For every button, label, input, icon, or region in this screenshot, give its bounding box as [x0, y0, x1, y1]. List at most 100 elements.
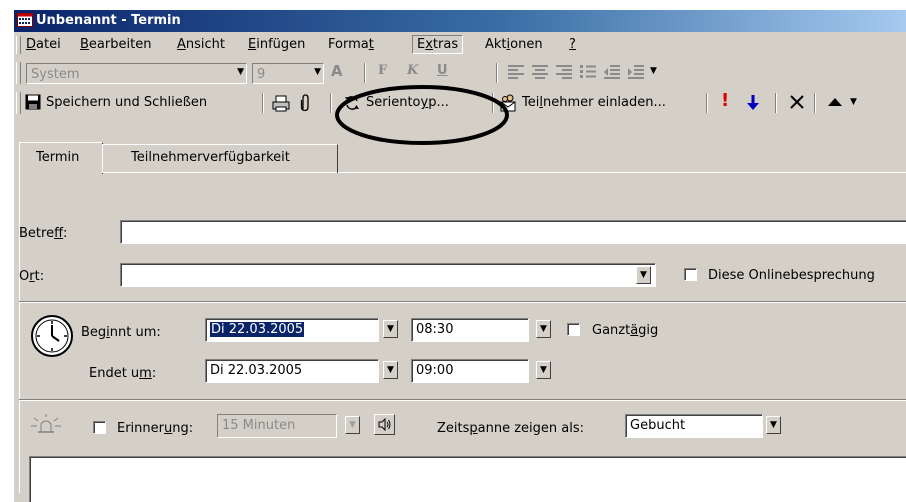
start-time-dropdown-button[interactable]: ▼ — [536, 320, 551, 338]
menu-bearbeiten[interactable]: Bearbeiten — [79, 37, 152, 52]
menu-bar: Datei Bearbeiten Ansicht Einfügen Format… — [14, 34, 906, 56]
attach-icon[interactable] — [300, 94, 310, 112]
calendar-icon — [17, 13, 33, 27]
reminder-checkbox[interactable] — [93, 421, 106, 434]
divider — [19, 399, 906, 401]
menubar-grip[interactable] — [16, 36, 21, 54]
save-close-label: Speichern und Schließen — [46, 95, 208, 110]
subject-label: Betreff: — [19, 226, 68, 241]
separator — [814, 93, 816, 113]
screenshot-root: { "window": { "title": "Unbenannt - Term… — [0, 0, 906, 502]
reminder-value: 15 Minuten — [222, 418, 296, 433]
tab-termin-label: Termin — [36, 150, 80, 165]
highlight-ellipse — [335, 85, 509, 145]
bullets-icon[interactable] — [580, 65, 596, 79]
toolbar-options-icon[interactable]: ▼ — [650, 66, 657, 76]
window-title: Unbenannt - Termin — [36, 13, 181, 28]
font-value: System — [31, 67, 80, 82]
end-date-dropdown-button[interactable]: ▼ — [383, 361, 398, 379]
reminder-select[interactable]: 15 Minuten — [217, 414, 337, 438]
divider — [19, 301, 906, 303]
all-day-label: Ganztägig — [592, 323, 659, 338]
start-date-dropdown-button[interactable]: ▼ — [383, 320, 398, 338]
start-label: Beginnt um: — [81, 325, 161, 340]
location-label: Ort: — [19, 269, 45, 284]
start-time-value: 08:30 — [416, 322, 454, 337]
clock-icon — [31, 315, 73, 357]
separator — [775, 93, 777, 113]
all-day-checkbox[interactable] — [567, 323, 580, 336]
menu-einfuegen[interactable]: Einfügen — [247, 37, 306, 52]
end-date-value: Di 22.03.2005 — [210, 363, 303, 378]
delete-icon[interactable] — [790, 95, 804, 109]
print-icon[interactable] — [272, 95, 290, 112]
menu-help[interactable]: ? — [568, 37, 577, 52]
start-date-text: Di 22.03.2005 — [210, 322, 305, 337]
high-importance-icon[interactable]: ! — [721, 90, 729, 111]
font-size-combo[interactable]: 9 ▼ — [252, 63, 324, 84]
previous-item-dropdown-icon[interactable]: ▼ — [850, 97, 857, 107]
align-right-icon[interactable] — [556, 65, 572, 79]
show-as-dropdown-button[interactable]: ▼ — [766, 416, 781, 434]
location-dropdown-button[interactable]: ▼ — [636, 266, 651, 284]
end-time-dropdown-button[interactable]: ▼ — [536, 361, 551, 379]
font-color-icon[interactable]: A — [331, 62, 343, 80]
chevron-down-icon: ▼ — [387, 324, 394, 334]
show-as-value: Gebucht — [630, 418, 686, 433]
menu-ansicht[interactable]: Ansicht — [176, 37, 226, 52]
chevron-down-icon: ▼ — [540, 365, 547, 375]
font-size-value: 9 — [257, 67, 266, 82]
appointment-window: Unbenannt - Termin Datei Bearbeiten Ansi… — [13, 10, 906, 502]
start-date-value: Di 22.03.2005 — [210, 322, 305, 337]
underline-icon[interactable]: U — [437, 63, 448, 78]
separator — [262, 93, 264, 113]
menu-datei[interactable]: Datei — [25, 37, 62, 52]
title-bar[interactable]: Unbenannt - Termin — [14, 10, 906, 32]
tab-availability[interactable]: Teilnehmerverfügbarkeit — [102, 144, 338, 173]
format-toolbar-grip[interactable] — [16, 62, 21, 84]
online-meeting-checkbox[interactable] — [684, 268, 697, 281]
end-time-input[interactable]: 09:00 — [411, 359, 529, 383]
end-label: Endet um: — [89, 366, 157, 381]
tab-termin[interactable]: Termin — [19, 142, 103, 174]
chevron-down-icon: ▼ — [387, 365, 394, 375]
subject-input[interactable] — [120, 220, 906, 244]
chevron-down-icon: ▼ — [349, 420, 356, 430]
tab-panel-border — [19, 173, 20, 493]
align-left-icon[interactable] — [508, 65, 524, 79]
invite-attendees-label: Teilnehmer einladen... — [522, 95, 666, 110]
start-date-input[interactable]: Di 22.03.2005 — [205, 318, 379, 342]
font-dropdown-icon[interactable]: ▼ — [237, 67, 244, 77]
menu-extras[interactable]: Extras — [412, 35, 464, 54]
start-time-input[interactable]: 08:30 — [411, 318, 529, 342]
format-toolbar: System ▼ 9 ▼ A F K U ▼ — [14, 58, 906, 86]
reminder-sound-button[interactable] — [374, 414, 395, 435]
tab-availability-label: Teilnehmerverfügbarkeit — [131, 150, 290, 165]
notes-textarea[interactable] — [29, 456, 906, 502]
menu-aktionen[interactable]: Aktionen — [484, 37, 544, 52]
italic-icon[interactable]: K — [407, 63, 418, 78]
chevron-down-icon: ▼ — [540, 324, 547, 334]
separator — [496, 63, 498, 83]
font-size-dropdown-icon[interactable]: ▼ — [314, 67, 321, 77]
reminder-label: Erinnerung: — [117, 421, 194, 436]
increase-indent-icon[interactable] — [628, 65, 644, 79]
reminder-dropdown-button[interactable]: ▼ — [345, 416, 360, 434]
decrease-indent-icon[interactable] — [604, 65, 620, 79]
save-icon — [25, 94, 41, 110]
previous-item-icon[interactable] — [828, 97, 842, 107]
bold-icon[interactable]: F — [378, 63, 387, 78]
font-combo[interactable]: System ▼ — [26, 63, 247, 84]
show-as-label: Zeitspanne zeigen als: — [437, 421, 585, 436]
show-as-select[interactable]: Gebucht — [625, 414, 763, 438]
standard-toolbar-grip[interactable] — [16, 92, 21, 114]
separator — [706, 93, 708, 113]
align-center-icon[interactable] — [532, 65, 548, 79]
speaker-icon — [378, 417, 391, 432]
location-input[interactable] — [120, 263, 656, 287]
menu-format[interactable]: Format — [327, 37, 375, 52]
end-date-input[interactable]: Di 22.03.2005 — [205, 359, 379, 383]
low-importance-icon[interactable] — [747, 95, 759, 111]
separator — [364, 63, 366, 83]
chevron-down-icon: ▼ — [770, 420, 777, 430]
